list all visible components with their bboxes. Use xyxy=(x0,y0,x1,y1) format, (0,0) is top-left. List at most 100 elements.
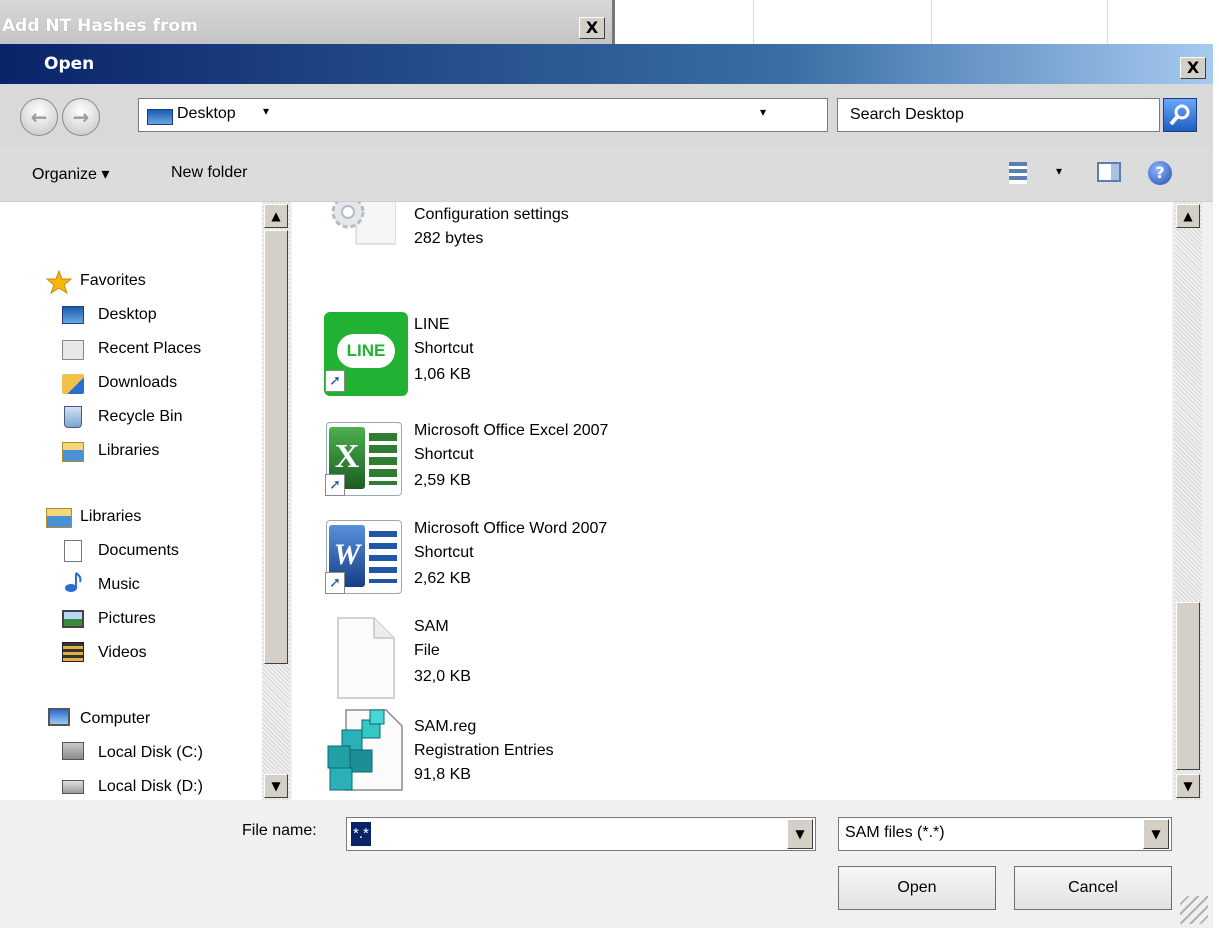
background-window-title: Add NT Hashes from xyxy=(2,16,198,36)
list-item[interactable]: SAM.reg Registration Entries 91,8 KB xyxy=(292,708,892,798)
scroll-down-arrow-icon[interactable]: ▼ xyxy=(264,774,288,798)
registry-icon xyxy=(327,709,403,791)
nav-item-libraries-favorite[interactable]: Libraries xyxy=(98,442,159,460)
file-list: Configuration settings 282 bytes LINE ➚ … xyxy=(292,202,1172,800)
nav-item-local-disk-d[interactable]: Local Disk (D:) xyxy=(98,778,203,796)
back-arrow-icon: ← xyxy=(30,105,48,129)
nav-item-documents[interactable]: Documents xyxy=(98,542,179,560)
navigation-pane-scrollbar[interactable]: ▲ ▼ xyxy=(262,202,290,800)
list-item[interactable]: LINE ➚ LINE Shortcut 1,06 KB xyxy=(292,310,892,400)
blank-file-icon xyxy=(337,617,395,699)
file-type-select[interactable]: SAM files (*.*) ▼ xyxy=(838,817,1172,851)
list-item[interactable]: Configuration settings 282 bytes xyxy=(292,202,892,252)
file-size: 32,0 KB xyxy=(414,668,471,685)
new-folder-button[interactable]: New folder xyxy=(171,164,247,182)
file-name: Microsoft Office Word 2007 xyxy=(414,520,608,537)
videos-icon xyxy=(62,642,84,662)
search-placeholder: Search Desktop xyxy=(850,106,964,123)
file-name-dropdown-icon[interactable]: ▼ xyxy=(787,819,813,849)
file-name: Configuration settings xyxy=(414,206,569,223)
file-name: Microsoft Office Excel 2007 xyxy=(414,422,609,439)
documents-icon xyxy=(64,540,82,562)
address-dropdown-icon[interactable]: ▾ xyxy=(760,105,766,119)
scrollbar-thumb[interactable] xyxy=(1176,602,1200,770)
nav-item-videos[interactable]: Videos xyxy=(98,644,147,662)
forward-arrow-icon: → xyxy=(72,105,90,129)
open-button[interactable]: Open xyxy=(838,866,996,910)
background-window-close-button[interactable]: X xyxy=(579,17,605,39)
nav-item-music[interactable]: Music xyxy=(98,576,140,594)
nav-item-recycle-bin[interactable]: Recycle Bin xyxy=(98,408,182,426)
music-icon xyxy=(65,572,82,592)
scroll-up-arrow-icon[interactable]: ▲ xyxy=(264,204,288,228)
scroll-down-arrow-icon[interactable]: ▼ xyxy=(1176,774,1200,798)
libraries-header[interactable]: Libraries xyxy=(80,508,141,526)
desktop-icon xyxy=(62,306,84,324)
address-bar-row: ← → Desktop ▾ ▾ Search Desktop xyxy=(0,84,1213,146)
nav-item-pictures[interactable]: Pictures xyxy=(98,610,156,628)
address-bar[interactable]: Desktop ▾ ▾ xyxy=(138,98,828,132)
file-list-scrollbar[interactable]: ▲ ▼ xyxy=(1174,202,1202,800)
libraries-icon xyxy=(62,442,84,462)
list-item[interactable]: X ➚ Microsoft Office Excel 2007 Shortcut… xyxy=(292,416,892,506)
file-type: Shortcut xyxy=(414,544,474,561)
local-disk-d-icon xyxy=(62,780,84,794)
dialog-title: Open xyxy=(44,54,95,74)
organize-menu[interactable]: Organize ▾ xyxy=(32,164,109,184)
file-type: Shortcut xyxy=(414,446,474,463)
background-window-titlebar: Add NT Hashes from X xyxy=(0,0,612,44)
shortcut-arrow-icon: ➚ xyxy=(325,572,345,594)
list-item[interactable]: SAM File 32,0 KB xyxy=(292,614,892,704)
dialog-titlebar: Open X xyxy=(0,44,1213,84)
file-type-value: SAM files (*.*) xyxy=(845,824,945,841)
desktop-icon xyxy=(147,109,173,125)
search-input[interactable]: Search Desktop xyxy=(837,98,1160,132)
shortcut-arrow-icon: ➚ xyxy=(325,370,345,392)
breadcrumb-chevron-icon[interactable]: ▾ xyxy=(263,104,269,118)
dialog-footer: File name: *.* ▼ SAM files (*.*) ▼ Open … xyxy=(0,800,1213,928)
file-type-dropdown-icon[interactable]: ▼ xyxy=(1143,819,1169,849)
cancel-button[interactable]: Cancel xyxy=(1014,866,1172,910)
close-button[interactable]: X xyxy=(1180,57,1206,79)
forward-button[interactable]: → xyxy=(62,98,100,136)
shortcut-arrow-icon: ➚ xyxy=(325,474,345,496)
file-size: 2,59 KB xyxy=(414,472,471,489)
command-toolbar: Organize ▾ New folder ▾ ? xyxy=(0,146,1213,202)
nav-item-local-disk-c[interactable]: Local Disk (C:) xyxy=(98,744,203,762)
help-icon[interactable]: ? xyxy=(1148,161,1172,185)
computer-header[interactable]: Computer xyxy=(80,710,150,728)
resize-grip-icon[interactable] xyxy=(1180,896,1208,924)
search-icon xyxy=(1169,104,1190,126)
preview-pane-icon[interactable] xyxy=(1097,162,1121,182)
change-view-icon[interactable] xyxy=(1009,162,1027,184)
recent-places-icon xyxy=(62,340,84,360)
star-icon xyxy=(46,270,72,294)
file-name-value[interactable]: *.* xyxy=(351,822,371,846)
favorites-header[interactable]: Favorites xyxy=(80,272,146,290)
scrollbar-thumb[interactable] xyxy=(264,230,288,664)
file-type: Shortcut xyxy=(414,340,474,357)
nav-item-recent-places[interactable]: Recent Places xyxy=(98,340,201,358)
navigation-pane: Favorites Desktop Recent Places Download… xyxy=(0,202,262,800)
file-name-label: File name: xyxy=(242,822,317,839)
search-button[interactable] xyxy=(1163,98,1197,132)
nav-item-downloads[interactable]: Downloads xyxy=(98,374,177,392)
file-name: SAM.reg xyxy=(414,718,477,735)
open-dialog: Open X ← → Desktop ▾ ▾ Search Desktop ⇆ … xyxy=(0,44,1213,928)
downloads-icon xyxy=(62,374,84,394)
address-location[interactable]: Desktop xyxy=(177,105,236,123)
file-size: 91,8 KB xyxy=(414,766,471,783)
file-name: LINE xyxy=(414,316,450,333)
recycle-bin-icon xyxy=(64,406,82,428)
local-disk-c-icon xyxy=(62,742,84,760)
computer-icon xyxy=(48,708,70,726)
file-name-input[interactable]: *.* ▼ xyxy=(346,817,816,851)
config-settings-icon xyxy=(331,202,396,245)
file-size: 1,06 KB xyxy=(414,366,471,383)
scroll-up-arrow-icon[interactable]: ▲ xyxy=(1176,204,1200,228)
back-button[interactable]: ← xyxy=(20,98,58,136)
view-dropdown-icon[interactable]: ▾ xyxy=(1056,164,1062,178)
list-item[interactable]: W ➚ Microsoft Office Word 2007 Shortcut … xyxy=(292,514,892,604)
nav-item-desktop[interactable]: Desktop xyxy=(98,306,157,324)
file-type: File xyxy=(414,642,440,659)
